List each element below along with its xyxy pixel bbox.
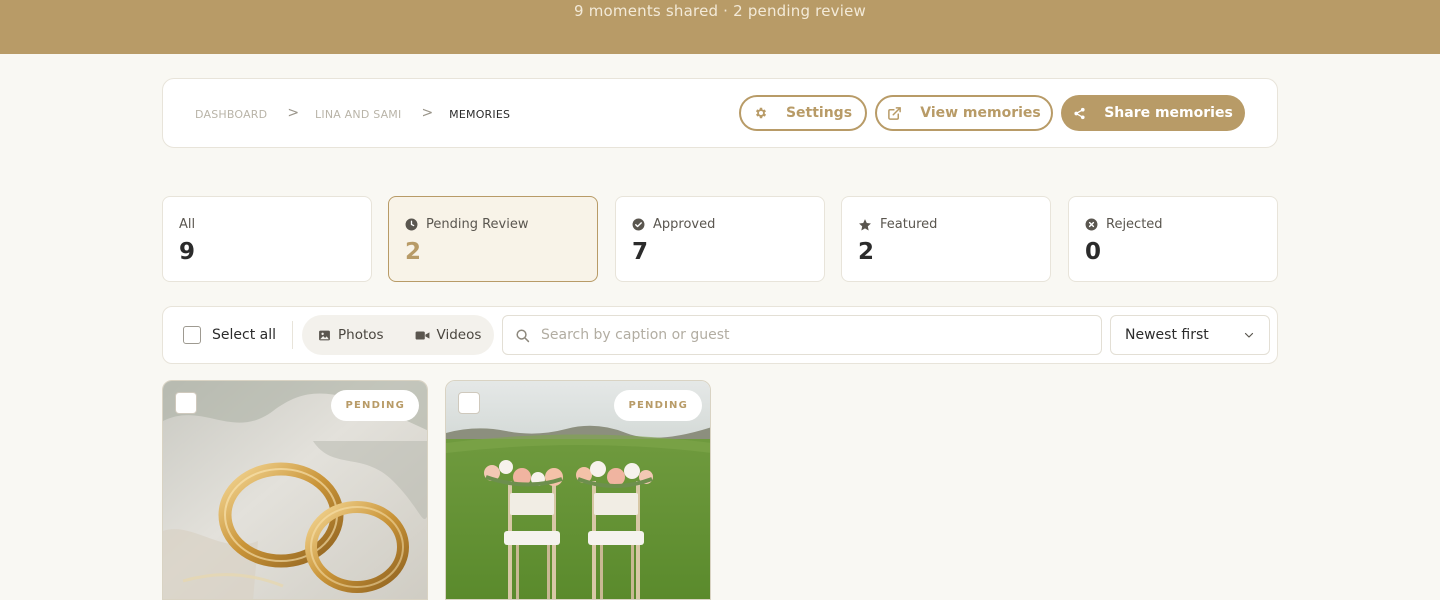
image-icon (319, 330, 330, 340)
media-card[interactable]: PENDING (162, 380, 428, 600)
status-badge: PENDING (614, 390, 702, 421)
stat-label: Pending Review (426, 217, 529, 232)
stat-label: Rejected (1106, 217, 1163, 232)
header-card: DASHBOARD > LINA AND SAMI > MEMORIES Set… (162, 78, 1278, 148)
view-memories-button[interactable]: View memories (875, 95, 1053, 131)
share-memories-button[interactable]: Share memories (1061, 95, 1245, 131)
search-input[interactable] (541, 327, 1061, 343)
breadcrumb-dashboard[interactable]: DASHBOARD (195, 108, 267, 121)
x-circle-icon (1085, 218, 1098, 231)
media-select-checkbox[interactable] (458, 392, 480, 414)
view-memories-label: View memories (920, 105, 1041, 121)
settings-button[interactable]: Settings (739, 95, 867, 131)
sort-value: Newest first (1125, 327, 1209, 343)
videos-filter-button[interactable]: Videos (415, 327, 482, 343)
breadcrumb-event[interactable]: LINA AND SAMI (315, 108, 401, 121)
select-all[interactable]: Select all (183, 326, 276, 344)
status-badge: PENDING (331, 390, 419, 421)
photos-filter-button[interactable]: Photos (318, 327, 384, 343)
share-icon (1074, 107, 1085, 119)
breadcrumb-current: MEMORIES (449, 107, 511, 121)
stat-value: 2 (405, 239, 422, 265)
stat-label: Approved (653, 217, 716, 232)
check-circle-icon (632, 218, 645, 231)
breadcrumb-separator: > (287, 105, 300, 121)
breadcrumb-separator: > (421, 105, 434, 121)
photos-label: Photos (338, 327, 384, 343)
stat-value: 0 (1085, 239, 1102, 265)
share-memories-label: Share memories (1104, 105, 1233, 121)
stat-label: Featured (880, 217, 938, 232)
sort-select[interactable]: Newest first (1110, 315, 1270, 355)
stat-label: All (179, 217, 196, 232)
select-all-checkbox[interactable] (183, 326, 201, 344)
stat-card-all[interactable]: All 9 (162, 196, 372, 282)
stat-value: 7 (632, 239, 649, 265)
stat-value: 2 (858, 239, 875, 265)
star-icon (859, 218, 871, 230)
select-all-label: Select all (212, 327, 276, 343)
clock-icon (405, 218, 418, 231)
chevron-down-icon (1244, 332, 1254, 338)
filter-toolbar: Select all Photos Videos Newest first (162, 306, 1278, 364)
breadcrumb: DASHBOARD > LINA AND SAMI > MEMORIES (195, 105, 511, 122)
settings-button-label: Settings (785, 105, 853, 121)
search-box (502, 315, 1102, 355)
divider (292, 321, 293, 349)
media-type-filter: Photos Videos (302, 315, 494, 355)
top-banner: 9 moments shared · 2 pending review (0, 0, 1440, 54)
stat-value: 9 (179, 239, 196, 265)
stat-card-rejected[interactable]: Rejected 0 (1068, 196, 1278, 282)
external-link-icon (888, 106, 902, 120)
video-camera-icon (415, 330, 429, 340)
media-select-checkbox[interactable] (175, 392, 197, 414)
banner-subtitle: 9 moments shared · 2 pending review (574, 2, 866, 20)
search-icon (516, 328, 530, 342)
stat-card-featured[interactable]: Featured 2 (841, 196, 1051, 282)
stat-card-approved[interactable]: Approved 7 (615, 196, 825, 282)
stat-card-pending[interactable]: Pending Review 2 (388, 196, 598, 282)
gear-icon (755, 107, 766, 119)
media-card[interactable]: PENDING (445, 380, 711, 600)
videos-label: Videos (436, 327, 482, 343)
